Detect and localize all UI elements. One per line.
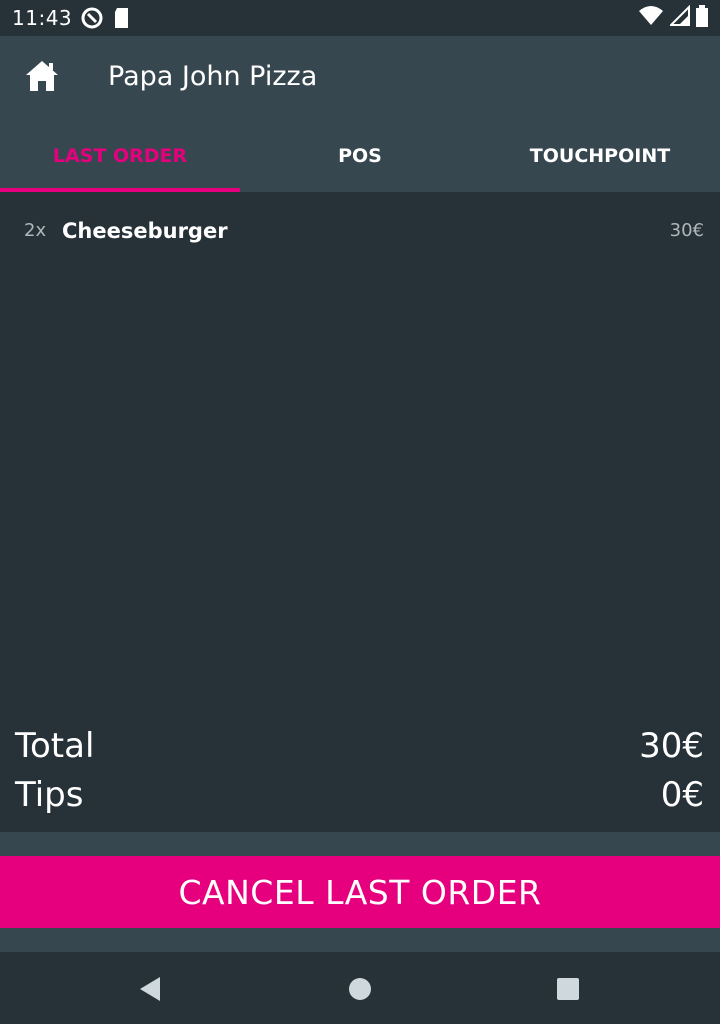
cancel-last-order-button[interactable]: CANCEL LAST ORDER	[0, 856, 720, 928]
total-value: 30€	[639, 726, 704, 766]
tab-pos[interactable]: POS	[240, 120, 480, 192]
total-label: Total	[15, 726, 95, 766]
status-left-icons	[80, 6, 132, 30]
item-price: 30€	[669, 220, 704, 241]
battery-icon	[696, 5, 708, 31]
at-sign-icon	[80, 6, 104, 30]
cellular-signal-icon	[668, 4, 690, 31]
page-title: Papa John Pizza	[108, 61, 318, 92]
footer-action-area: CANCEL LAST ORDER	[0, 832, 720, 952]
sd-card-icon	[112, 6, 132, 30]
tips-label: Tips	[15, 775, 84, 815]
status-time: 11:43	[12, 6, 73, 30]
tab-touchpoint[interactable]: TOUCHPOINT	[480, 120, 720, 192]
tips-value: 0€	[660, 775, 704, 815]
system-navigation-bar	[0, 952, 720, 1024]
recents-icon[interactable]	[551, 972, 585, 1006]
back-icon[interactable]	[135, 972, 169, 1006]
status-right-icons	[638, 4, 708, 31]
tab-label: POS	[338, 145, 382, 167]
tab-last-order[interactable]: LAST ORDER	[0, 120, 240, 192]
tab-label: TOUCHPOINT	[529, 145, 671, 167]
wifi-icon	[638, 5, 664, 31]
tab-bar: LAST ORDER POS TOUCHPOINT	[0, 120, 720, 192]
last-order-panel: 2x Cheeseburger 30€ Total 30€ Tips 0€	[0, 192, 720, 832]
home-circle-icon[interactable]	[343, 972, 377, 1006]
status-bar: 11:43	[0, 0, 720, 36]
order-item-row: 2x Cheeseburger 30€	[0, 216, 720, 250]
item-quantity: 2x	[24, 220, 47, 241]
tab-label: LAST ORDER	[52, 145, 188, 167]
item-name: Cheeseburger	[62, 219, 228, 243]
app-bar: Papa John Pizza LAST ORDER POS TOUCHPOIN…	[0, 36, 720, 192]
home-icon[interactable]	[24, 58, 60, 94]
